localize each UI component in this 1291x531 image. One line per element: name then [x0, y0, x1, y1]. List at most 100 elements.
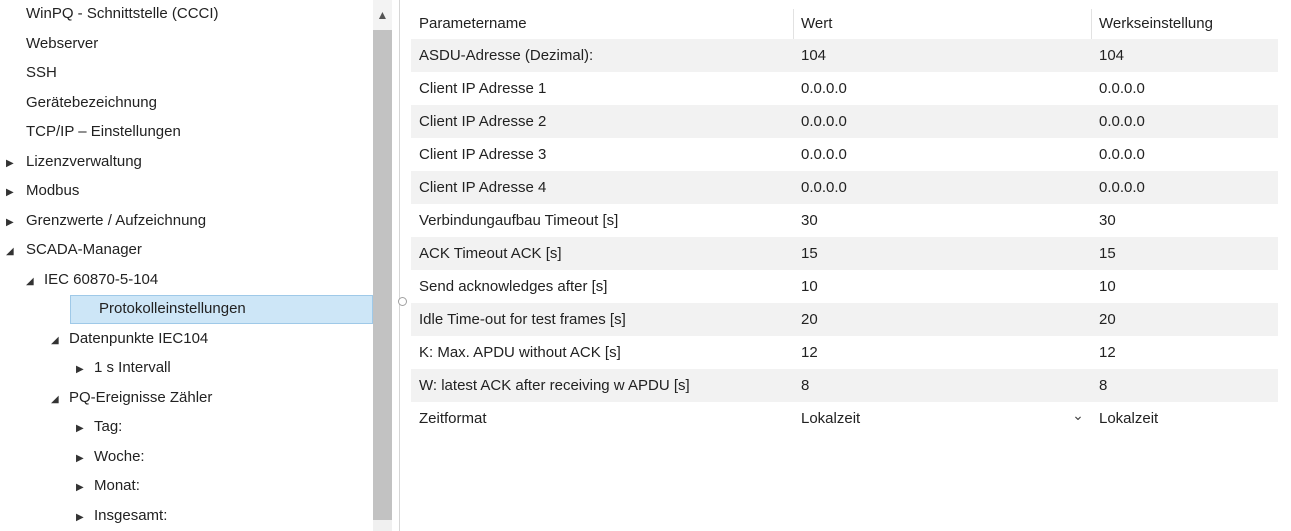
tree-item-label: Modbus [26, 182, 80, 199]
expand-arrow-icon[interactable]: ▶ [6, 179, 26, 206]
header-wert[interactable]: Wert [801, 9, 832, 39]
tree-item[interactable]: ▶ Modbus [6, 177, 79, 204]
tree-item[interactable]: ▶ Grenzwerte / Aufzeichnung [6, 207, 206, 234]
expand-arrow-icon[interactable]: ▶ [76, 474, 94, 501]
tree-item[interactable]: ▶ Lizenzverwaltung [6, 148, 142, 175]
collapse-arrow-icon[interactable]: ◢ [6, 238, 26, 265]
default-value-cell: 104 [1099, 47, 1125, 64]
tree-item[interactable]: SSH [26, 59, 57, 86]
parameter-name-cell: Client IP Adresse 2 [419, 113, 547, 130]
tree-item[interactable]: WinPQ - Schnittstelle (CCCI) [26, 0, 219, 27]
table-row[interactable]: K: Max. APDU without ACK [s] 12 12 [411, 336, 1278, 369]
tree-item[interactable]: ▶ 1 s Intervall [76, 354, 171, 381]
default-value-cell: 12 [1099, 344, 1116, 361]
column-divider[interactable] [1091, 9, 1092, 39]
table-body: ASDU-Adresse (Dezimal): 104 104 Client IP A… [411, 39, 1278, 435]
tree-item[interactable]: ▶ Insgesamt: [76, 502, 167, 529]
parameter-name-cell: Client IP Adresse 4 [419, 179, 547, 196]
tree-item[interactable]: Webserver [26, 30, 98, 57]
parameter-name-cell: W: latest ACK after receiving w APDU [s] [419, 377, 690, 394]
parameter-name-cell: Verbindungaufbau Timeout [s] [419, 212, 619, 229]
splitter-grip-icon[interactable] [398, 297, 407, 306]
default-value-cell: 10 [1099, 278, 1116, 295]
table-row[interactable]: Client IP Adresse 3 0.0.0.0 0.0.0.0 [411, 138, 1278, 171]
value-cell[interactable]: 0.0.0.0 [801, 72, 847, 105]
collapse-arrow-icon[interactable]: ◢ [51, 386, 69, 413]
expand-arrow-icon[interactable]: ▶ [76, 504, 94, 531]
header-werkseinstellung[interactable]: Werkseinstellung [1099, 9, 1213, 39]
tree-item[interactable]: ▶ Woche: [76, 443, 145, 470]
table-row[interactable]: W: latest ACK after receiving w APDU [s]… [411, 369, 1278, 402]
table-row[interactable]: ASDU-Adresse (Dezimal): 104 104 [411, 39, 1278, 72]
table-row[interactable]: ACK Timeout ACK [s] 15 15 [411, 237, 1278, 270]
tree-item-label: Lizenzverwaltung [26, 152, 142, 170]
value-cell[interactable]: 0.0.0.0 [801, 171, 847, 204]
tree-item-label: Protokolleinstellungen [99, 300, 246, 317]
parameter-name-cell: Idle Time-out for test frames [s] [419, 311, 626, 328]
table-row[interactable]: Send acknowledges after [s] 10 10 [411, 270, 1278, 303]
tree-item[interactable]: ▶ Tag: [76, 413, 122, 440]
expand-arrow-icon[interactable]: ▶ [76, 415, 94, 442]
table-row[interactable]: Client IP Adresse 2 0.0.0.0 0.0.0.0 [411, 105, 1278, 138]
tree-item-label: 1 s Intervall [94, 359, 171, 376]
tree-item[interactable]: ◢ SCADA-Manager [6, 236, 142, 263]
value-cell[interactable]: 12 [801, 336, 818, 369]
parameter-name-cell: Send acknowledges after [s] [419, 278, 608, 295]
tree-item[interactable]: ◢ Datenpunkte IEC104 [51, 325, 208, 352]
tree-item-label: TCP/IP – Einstellungen [26, 123, 181, 140]
tree-scrollbar[interactable]: ▲ [373, 0, 392, 531]
expand-arrow-icon[interactable]: ▶ [76, 356, 94, 383]
table-row[interactable]: Idle Time-out for test frames [s] 20 20 [411, 303, 1278, 336]
parameter-name-cell: Client IP Adresse 3 [419, 146, 547, 163]
default-value-cell: Lokalzeit [1099, 410, 1159, 427]
default-value-cell: 0.0.0.0 [1099, 179, 1145, 196]
tree-item-label: Insgesamt: [94, 506, 168, 524]
value-cell[interactable]: 10 [801, 270, 818, 303]
value-cell[interactable]: 15 [801, 237, 818, 270]
tree-item[interactable]: Protokolleinstellungen [70, 295, 373, 324]
tree-item-label: WinPQ - Schnittstelle (CCCI) [26, 5, 219, 22]
value-cell[interactable]: 0.0.0.0 [801, 138, 847, 171]
table-row[interactable]: Zeitformat Lokalzeit ⌄ Lokalzeit [411, 402, 1278, 435]
parameter-name-cell: ASDU-Adresse (Dezimal): [419, 47, 594, 64]
collapse-arrow-icon[interactable]: ◢ [51, 327, 69, 354]
tree-item[interactable]: Gerätebezeichnung [26, 89, 157, 116]
tree-item[interactable]: ▶ Monat: [76, 472, 140, 499]
header-parametername[interactable]: Parametername [419, 9, 527, 39]
tree-item-label: Monat: [94, 477, 140, 494]
value-cell[interactable]: 0.0.0.0 [801, 105, 847, 138]
default-value-cell: 0.0.0.0 [1099, 80, 1145, 97]
parameter-name-cell: ACK Timeout ACK [s] [419, 245, 562, 262]
expand-arrow-icon[interactable]: ▶ [6, 150, 26, 177]
navigation-tree: WinPQ - Schnittstelle (CCCI) Webserver SSH… [0, 0, 373, 531]
tree-item-label: SCADA-Manager [26, 241, 142, 258]
table-row[interactable]: Client IP Adresse 1 0.0.0.0 0.0.0.0 [411, 72, 1278, 105]
table-row[interactable]: Client IP Adresse 4 0.0.0.0 0.0.0.0 [411, 171, 1278, 204]
zeitformat-select[interactable]: Lokalzeit [801, 402, 860, 435]
tree-item-label: Grenzwerte / Aufzeichnung [26, 211, 207, 229]
value-cell[interactable]: 8 [801, 369, 809, 402]
chevron-down-icon[interactable]: ⌄ [1067, 399, 1089, 432]
table-row[interactable]: Verbindungaufbau Timeout [s] 30 30 [411, 204, 1278, 237]
default-value-cell: 8 [1099, 377, 1108, 394]
parameter-name-cell: Client IP Adresse 1 [419, 80, 547, 97]
value-cell[interactable]: 20 [801, 303, 818, 336]
collapse-arrow-icon[interactable]: ◢ [26, 268, 44, 295]
tree-item[interactable]: ◢ IEC 60870-5-104 [26, 266, 158, 293]
scroll-up-icon[interactable]: ▲ [373, 0, 392, 30]
default-value-cell: 30 [1099, 212, 1116, 229]
column-divider[interactable] [793, 9, 794, 39]
tree-item-label: Gerätebezeichnung [26, 93, 157, 111]
tree-item[interactable]: ◢ PQ-Ereignisse Zähler [51, 384, 212, 411]
value-cell[interactable]: 30 [801, 204, 818, 237]
value-cell[interactable]: 104 [801, 39, 826, 72]
expand-arrow-icon[interactable]: ▶ [6, 209, 26, 236]
table-header: Parametername Wert Werkseinstellung [411, 9, 1278, 39]
scrollbar-thumb[interactable] [373, 30, 392, 520]
tree-item-label: PQ-Ereignisse Zähler [69, 388, 213, 406]
expand-arrow-icon[interactable]: ▶ [76, 445, 94, 472]
default-value-cell: 15 [1099, 245, 1116, 262]
splitter-divider [399, 0, 400, 531]
tree-item[interactable]: TCP/IP – Einstellungen [26, 118, 181, 145]
tree-item-label: SSH [26, 64, 57, 81]
